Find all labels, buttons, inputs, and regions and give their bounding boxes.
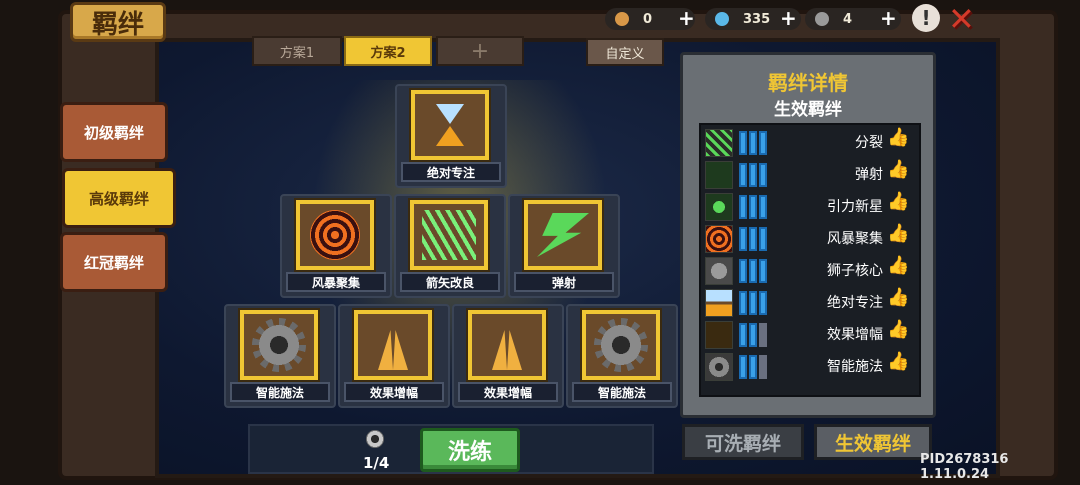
version-label: PID2678316 1.11.0.24 xyxy=(920,452,1009,482)
list-item[interactable]: 风暴聚集 👍 xyxy=(703,223,919,253)
bond-node-storm-gather[interactable]: 风暴聚集 xyxy=(280,194,392,298)
gear-icon xyxy=(594,318,648,372)
wash-token-icon xyxy=(366,430,384,448)
guitar-icon xyxy=(615,12,629,26)
close-icon[interactable]: ✕ xyxy=(948,0,975,38)
level-bars xyxy=(739,227,769,251)
tab-advanced-bond[interactable]: 高级羁绊 xyxy=(62,168,176,228)
bond-node-smart-cast-2[interactable]: 智能施法 xyxy=(566,304,678,408)
thumbs-up-icon[interactable]: 👍 xyxy=(887,191,909,212)
list-item[interactable]: 弹射 👍 xyxy=(703,159,919,189)
active-bond-list[interactable]: 分裂 👍 弹射 👍 引力新星 👍 风暴聚集 👍 狮子核心 👍 绝对专注 👍 效果… xyxy=(699,123,921,397)
bond-detail-panel: 羁绊详情 生效羁绊 分裂 👍 弹射 👍 引力新星 👍 风暴聚集 👍 狮子核心 👍… xyxy=(680,52,936,418)
add-guitar-button[interactable]: + xyxy=(678,6,695,30)
gem-icon xyxy=(715,12,729,26)
level-bars xyxy=(739,195,769,219)
bolt-icon xyxy=(705,161,733,189)
tab-scheme-2[interactable]: 方案2 xyxy=(344,36,432,66)
thumbs-up-icon[interactable]: 👍 xyxy=(887,319,909,340)
tab-scheme-1[interactable]: 方案1 xyxy=(252,36,342,66)
tab-basic-bond[interactable]: 初级羁绊 xyxy=(60,102,168,162)
thumbs-up-icon[interactable]: 👍 xyxy=(887,223,909,244)
gear-icon xyxy=(252,318,306,372)
split-icon xyxy=(705,129,733,157)
arrows-icon xyxy=(422,210,476,260)
thumbs-up-icon[interactable]: 👍 xyxy=(887,255,909,276)
wash-count: 1/4 xyxy=(363,454,390,472)
thumbs-up-icon[interactable]: 👍 xyxy=(887,351,909,372)
bond-node-effect-boost-2[interactable]: 效果增幅 xyxy=(452,304,564,408)
nova-icon xyxy=(705,193,733,221)
thumbs-up-icon[interactable]: 👍 xyxy=(887,159,909,180)
target-icon xyxy=(310,210,360,260)
add-wash-token-button[interactable]: + xyxy=(880,6,897,30)
list-item[interactable]: 效果增幅 👍 xyxy=(703,319,919,349)
bond-node-arrow-upgrade[interactable]: 箭矢改良 xyxy=(394,194,506,298)
target-icon xyxy=(705,225,733,253)
list-item[interactable]: 狮子核心 👍 xyxy=(703,255,919,285)
bond-node-smart-cast[interactable]: 智能施法 xyxy=(224,304,336,408)
lion-icon xyxy=(705,257,733,285)
bond-node-absolute-focus[interactable]: 绝对专注 xyxy=(395,84,507,188)
tab-washable-bonds[interactable]: 可洗羁绊 xyxy=(682,424,804,460)
tab-active-bonds[interactable]: 生效羁绊 xyxy=(814,424,932,460)
list-item[interactable]: 引力新星 👍 xyxy=(703,191,919,221)
bond-node-ricochet[interactable]: 弹射 xyxy=(508,194,620,298)
wash-button[interactable]: 洗练 xyxy=(420,428,520,472)
gear-icon xyxy=(705,353,733,381)
praying-hands-icon xyxy=(378,330,408,370)
tab-crown-bond[interactable]: 红冠羁绊 xyxy=(60,232,168,292)
list-item[interactable]: 分裂 👍 xyxy=(703,127,919,157)
detail-title: 羁绊详情 xyxy=(768,71,848,95)
thumbs-up-icon[interactable]: 👍 xyxy=(887,127,909,148)
level-bars xyxy=(739,291,769,315)
level-bars xyxy=(739,163,769,187)
praying-hands-icon xyxy=(705,321,733,349)
bolt-icon xyxy=(537,213,589,257)
list-item[interactable]: 绝对专注 👍 xyxy=(703,287,919,317)
level-bars xyxy=(739,323,769,347)
hourglass-icon xyxy=(705,289,733,317)
bond-node-effect-boost[interactable]: 效果增幅 xyxy=(338,304,450,408)
level-bars xyxy=(739,259,769,283)
detail-subtitle: 生效羁绊 xyxy=(774,100,842,120)
custom-button[interactable]: 自定义 xyxy=(586,38,664,66)
thumbs-up-icon[interactable]: 👍 xyxy=(887,287,909,308)
wash-token-icon xyxy=(815,12,829,26)
add-scheme-button[interactable]: + xyxy=(436,36,524,66)
hourglass-icon xyxy=(432,100,468,150)
praying-hands-icon xyxy=(492,330,522,370)
page-title: 羁绊 xyxy=(70,2,166,42)
level-bars xyxy=(739,131,769,155)
level-bars xyxy=(739,355,769,379)
alert-icon[interactable]: ! xyxy=(912,4,940,32)
add-gem-button[interactable]: + xyxy=(780,6,797,30)
list-item[interactable]: 智能施法 👍 xyxy=(703,351,919,381)
